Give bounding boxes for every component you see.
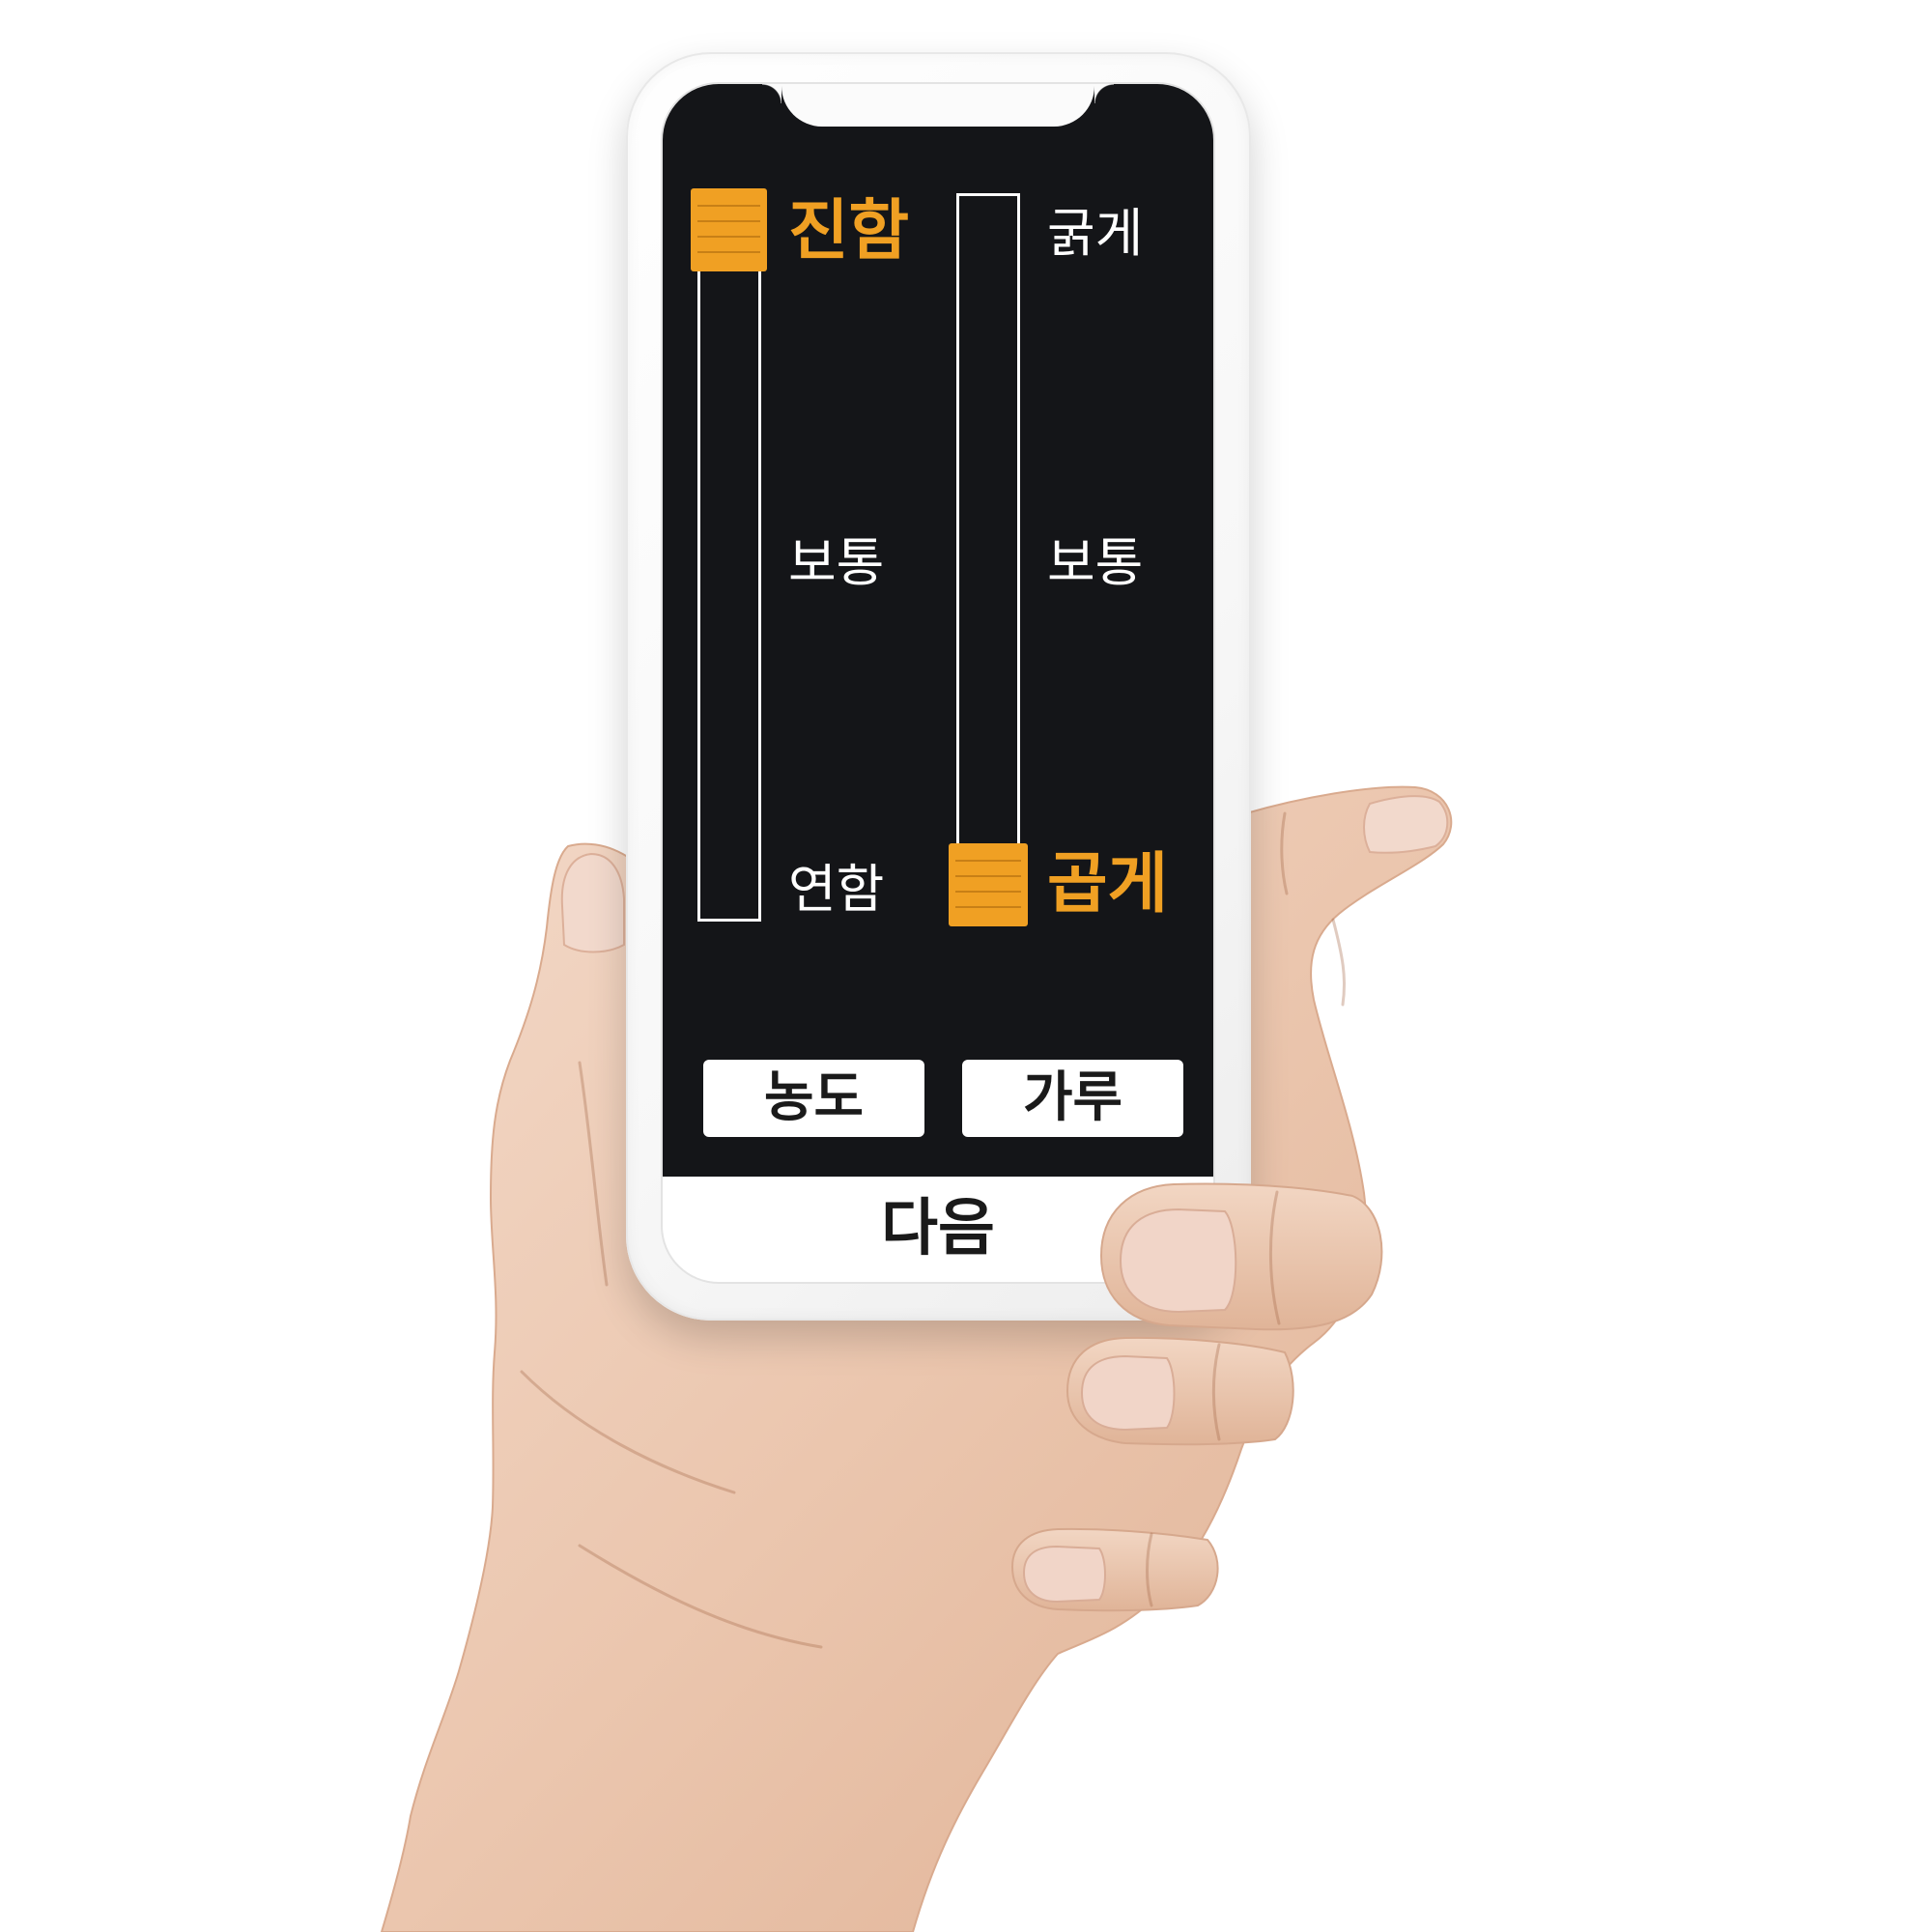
grip-lines-icon — [955, 860, 1021, 908]
left-slider-handle[interactable] — [691, 188, 767, 271]
phone-screen: 진함 보통 연함 굵게 보통 곱게 농도 가루 다음 — [663, 84, 1213, 1282]
next-button[interactable]: 다음 — [663, 1177, 1213, 1282]
powder-button[interactable]: 가루 — [962, 1060, 1183, 1137]
left-slider-label-bottom: 연함 — [788, 859, 885, 920]
grip-lines-icon — [697, 205, 760, 253]
right-slider-handle[interactable] — [949, 843, 1028, 926]
phone-frame: 진함 보통 연함 굵게 보통 곱게 농도 가루 다음 — [626, 52, 1251, 1321]
density-button[interactable]: 농도 — [703, 1060, 924, 1137]
right-slider-label-bottom: 곱게 — [1047, 846, 1169, 923]
phone-notch — [762, 84, 1114, 127]
right-slider-label-top: 굵게 — [1047, 203, 1144, 264]
left-slider-label-top: 진함 — [788, 193, 910, 270]
left-slider-label-middle: 보통 — [788, 532, 885, 593]
right-slider-label-middle: 보통 — [1047, 532, 1144, 593]
mockup-stage: 진함 보통 연함 굵게 보통 곱게 농도 가루 다음 — [0, 0, 1932, 1932]
right-slider-track[interactable] — [949, 193, 1028, 926]
left-slider-track[interactable] — [691, 188, 767, 922]
